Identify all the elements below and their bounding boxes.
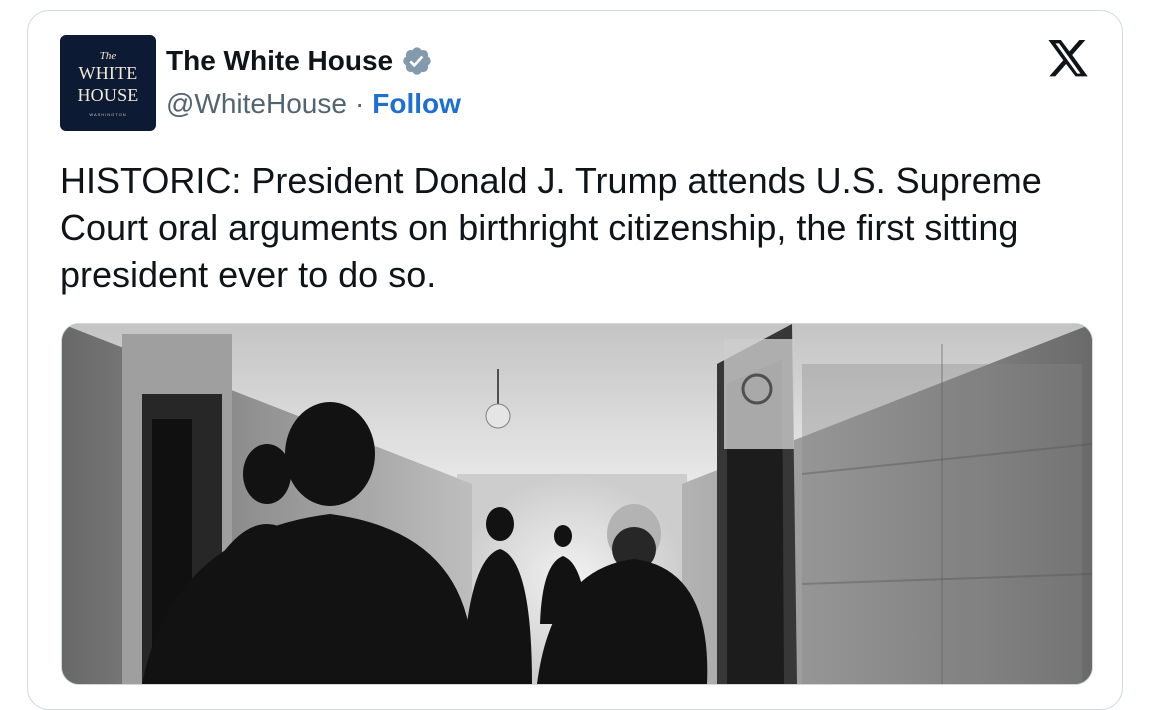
x-logo-icon[interactable]: [1046, 40, 1090, 80]
follow-button[interactable]: Follow: [372, 88, 461, 120]
verified-badge-icon: [401, 45, 433, 77]
separator-dot: ·: [354, 88, 365, 119]
avatar[interactable]: The WHITE HOUSE WASHINGTON: [60, 35, 156, 131]
avatar-text-washington: WASHINGTON: [89, 111, 127, 117]
avatar-text-the: The: [99, 49, 117, 62]
author-handle-row: @WhiteHouse · Follow: [166, 88, 461, 120]
hallway-photo-illustration: [62, 324, 1092, 684]
author-name-row: The White House: [166, 45, 433, 77]
author-handle[interactable]: @WhiteHouse: [166, 88, 347, 120]
tweet-photo[interactable]: [61, 323, 1093, 685]
tweet-text: HISTORIC: President Donald J. Trump atte…: [60, 160, 1042, 295]
avatar-text-house: HOUSE: [77, 84, 139, 105]
avatar-text-white: WHITE: [78, 62, 138, 83]
author-display-name[interactable]: The White House: [166, 45, 393, 77]
